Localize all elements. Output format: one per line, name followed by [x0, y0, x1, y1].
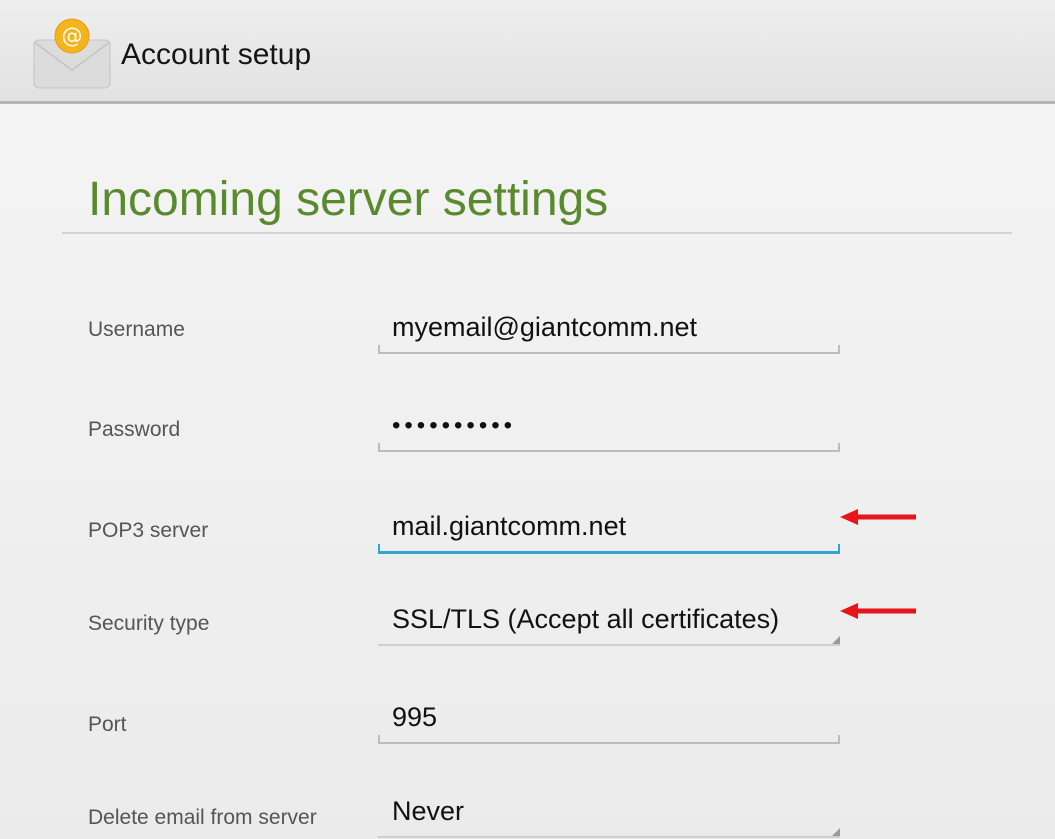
username-field[interactable]: myemail@giantcomm.net: [378, 306, 840, 354]
pop3-server-label: POP3 server: [88, 519, 209, 542]
action-bar: @ Account setup: [0, 0, 1055, 104]
pop3-server-field[interactable]: mail.giantcomm.net: [378, 505, 840, 554]
security-type-value: SSL/TLS (Accept all certificates): [392, 604, 780, 634]
email-app-icon[interactable]: @: [30, 18, 116, 90]
port-value: 995: [392, 702, 438, 732]
dropdown-caret-icon: [832, 828, 840, 836]
username-label: Username: [88, 318, 185, 341]
port-label: Port: [88, 713, 127, 736]
app-title: Account setup: [121, 38, 312, 71]
red-arrow-annotation: [840, 509, 916, 525]
delete-email-label: Delete email from server: [88, 806, 317, 829]
svg-text:@: @: [62, 24, 83, 48]
page-title: Incoming server settings: [88, 173, 609, 226]
red-arrow-annotation: [840, 603, 916, 619]
delete-email-dropdown[interactable]: Never: [378, 790, 840, 838]
pop3-server-value: mail.giantcomm.net: [392, 511, 627, 541]
heading-divider: [62, 232, 1012, 234]
security-type-label: Security type: [88, 612, 210, 635]
username-value: myemail@giantcomm.net: [392, 312, 698, 342]
password-value: ••••••••••: [392, 412, 517, 439]
password-field[interactable]: ••••••••••: [378, 404, 840, 452]
delete-email-value: Never: [392, 796, 465, 826]
security-type-dropdown[interactable]: SSL/TLS (Accept all certificates): [378, 598, 840, 646]
port-field[interactable]: 995: [378, 696, 840, 744]
password-label: Password: [88, 418, 181, 441]
dropdown-caret-icon: [832, 636, 840, 644]
